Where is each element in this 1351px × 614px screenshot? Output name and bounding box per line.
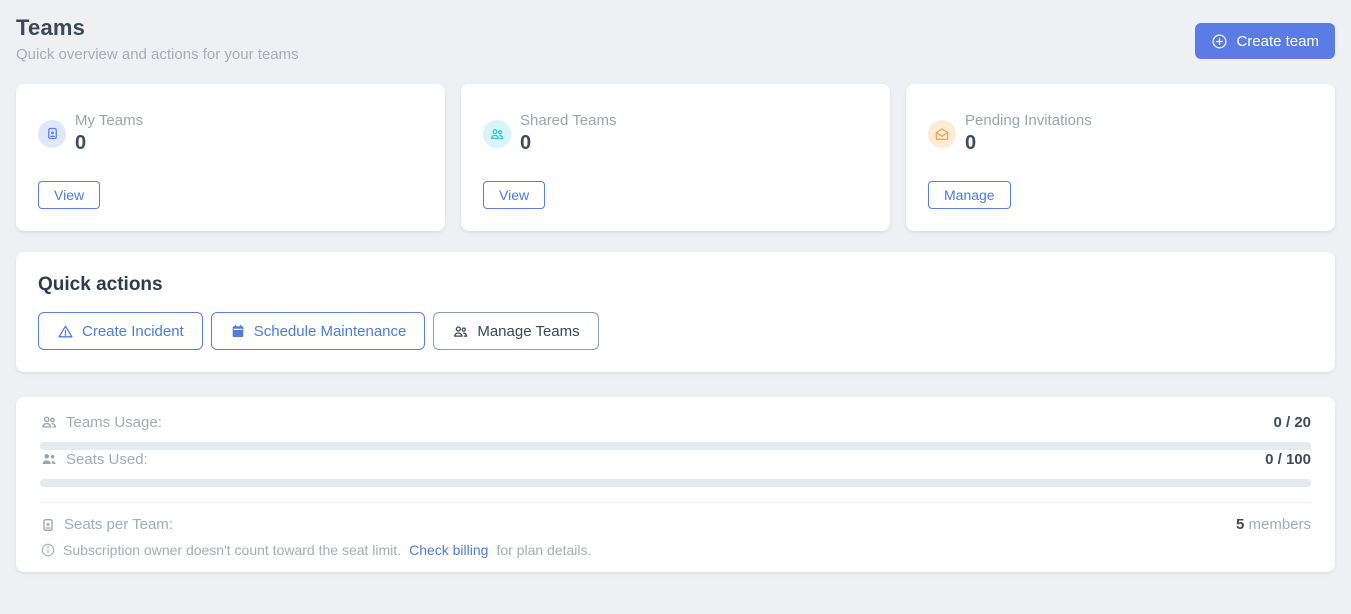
- card-header: My Teams 0: [38, 112, 423, 155]
- page-subtitle: Quick overview and actions for your team…: [16, 46, 299, 63]
- manage-invitations-button[interactable]: Manage: [928, 181, 1011, 209]
- pending-invitations-card: Pending Invitations 0 Manage: [906, 84, 1335, 231]
- card-text: Pending Invitations 0: [965, 112, 1092, 155]
- seats-used-label-group: Seats Used:: [40, 450, 148, 468]
- seats-used-label: Seats Used:: [66, 451, 148, 468]
- card-text: Shared Teams 0: [520, 112, 616, 155]
- schedule-maintenance-label: Schedule Maintenance: [254, 323, 407, 340]
- users-outline-icon: [40, 413, 58, 431]
- my-teams-card: My Teams 0 View: [16, 84, 445, 231]
- teams-usage-label-group: Teams Usage:: [40, 413, 162, 431]
- plus-circle-icon: [1211, 33, 1228, 50]
- manage-teams-button[interactable]: Manage Teams: [433, 312, 598, 350]
- users-icon: [483, 120, 511, 148]
- calendar-icon: [230, 323, 246, 339]
- quick-actions-title: Quick actions: [38, 274, 1313, 296]
- card-label: Pending Invitations: [965, 112, 1092, 129]
- teams-usage-label: Teams Usage:: [66, 414, 162, 431]
- manage-teams-label: Manage Teams: [477, 323, 579, 340]
- quick-actions-panel: Quick actions Create Incident Schedule M…: [16, 252, 1335, 372]
- users-filled-icon: [40, 450, 58, 468]
- warning-triangle-icon: [57, 323, 74, 340]
- card-header: Shared Teams 0: [483, 112, 868, 155]
- quick-actions-row: Create Incident Schedule Maintenance Man…: [38, 312, 1313, 350]
- badge-icon: [40, 517, 56, 533]
- create-team-button[interactable]: Create team: [1195, 23, 1335, 59]
- seats-used-row: Seats Used: 0 / 100: [40, 450, 1311, 468]
- page-title: Teams: [16, 15, 299, 41]
- shared-teams-card: Shared Teams 0 View: [461, 84, 890, 231]
- note-text-before: Subscription owner doesn't count toward …: [63, 542, 401, 558]
- create-incident-button[interactable]: Create Incident: [38, 312, 203, 350]
- teams-usage-row: Teams Usage: 0 / 20: [40, 413, 1311, 431]
- create-incident-label: Create Incident: [82, 323, 184, 340]
- check-billing-link[interactable]: Check billing: [409, 542, 488, 558]
- teams-page: Teams Quick overview and actions for you…: [16, 15, 1335, 572]
- users-icon: [452, 323, 469, 340]
- usage-divider: [40, 502, 1311, 503]
- create-team-label: Create team: [1236, 33, 1319, 50]
- seats-per-team-unit: members: [1248, 516, 1311, 533]
- info-icon: [40, 542, 56, 558]
- card-label: Shared Teams: [520, 112, 616, 129]
- card-text: My Teams 0: [75, 112, 143, 155]
- seat-limit-note: Subscription owner doesn't count toward …: [40, 542, 1311, 558]
- card-value: 0: [520, 132, 616, 155]
- card-label: My Teams: [75, 112, 143, 129]
- seats-per-team-number: 5: [1236, 516, 1244, 533]
- note-text-after: for plan details.: [496, 542, 591, 558]
- seats-per-team-value: 5 members: [1236, 516, 1311, 533]
- page-header: Teams Quick overview and actions for you…: [16, 15, 1335, 63]
- seats-used-progress-bar: [40, 479, 1311, 487]
- view-shared-teams-button[interactable]: View: [483, 181, 545, 209]
- seats-per-team-label-group: Seats per Team:: [40, 516, 173, 533]
- badge-icon: [38, 120, 66, 148]
- seats-used-value: 0 / 100: [1265, 451, 1311, 468]
- teams-usage-progress-bar: [40, 442, 1311, 450]
- stats-cards-row: My Teams 0 View Shared Teams 0 View: [16, 84, 1335, 231]
- envelope-open-icon: [928, 120, 956, 148]
- card-value: 0: [965, 132, 1092, 155]
- view-my-teams-button[interactable]: View: [38, 181, 100, 209]
- usage-panel: Teams Usage: 0 / 20 Seats Used: 0 / 100: [16, 397, 1335, 572]
- seats-per-team-label: Seats per Team:: [64, 516, 173, 533]
- seats-per-team-row: Seats per Team: 5 members: [40, 516, 1311, 533]
- teams-usage-value: 0 / 20: [1273, 414, 1311, 431]
- card-value: 0: [75, 132, 143, 155]
- card-header: Pending Invitations 0: [928, 112, 1313, 155]
- schedule-maintenance-button[interactable]: Schedule Maintenance: [211, 312, 426, 350]
- page-heading-group: Teams Quick overview and actions for you…: [16, 15, 299, 63]
